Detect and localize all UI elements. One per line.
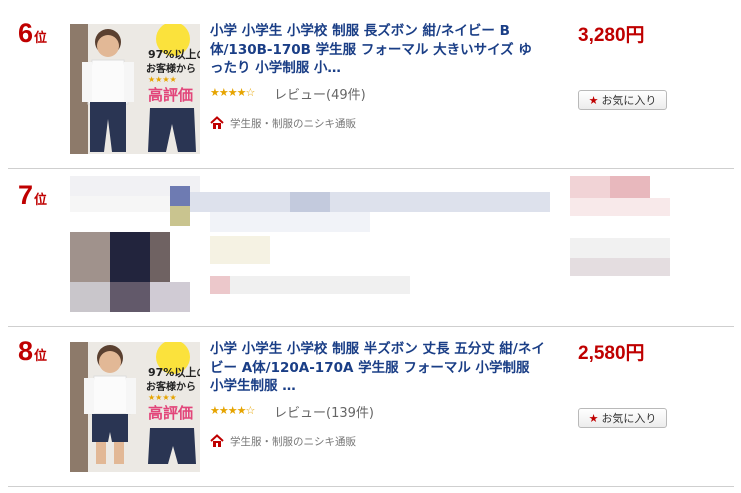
product-thumbnail[interactable]: 97%以上の お客様から ★★★★ 高評価 [70, 342, 200, 472]
shop-icon [210, 434, 224, 447]
rating-stars: ★★★★☆ [210, 86, 255, 99]
rank-number: 8 [18, 336, 34, 366]
svg-text:★★★★: ★★★★ [148, 393, 177, 402]
rank-suffix: 位 [34, 192, 48, 207]
shop-name-link[interactable]: 学生服・制服のニシキ通販 [230, 434, 356, 449]
price: 2,580円 [578, 343, 645, 364]
divider [8, 486, 734, 487]
favorite-button[interactable]: ★ お気に入り [578, 408, 667, 428]
blurred-content [70, 176, 670, 316]
rank-label: 6位 [18, 18, 47, 49]
rank-number: 6 [18, 18, 34, 48]
rank-suffix: 位 [34, 30, 48, 45]
ranking-item: 7位 [0, 170, 741, 330]
divider [8, 168, 734, 169]
thumb-percent: 97%以上の [148, 365, 200, 379]
shop-name-link[interactable]: 学生服・制服のニシキ通販 [230, 116, 356, 131]
rating-stars: ★★★★☆ [210, 404, 255, 417]
product-title-link[interactable]: 小学 小学生 小学校 制服 長ズボン 紺/ネイビー B体/130B-170B 学… [210, 22, 545, 78]
favorite-label: お気に入り [601, 94, 657, 107]
rank-number: 7 [18, 180, 34, 210]
product-image: 97%以上の お客様から ★★★★ 高評価 [70, 24, 200, 154]
rank-label: 7位 [18, 180, 47, 211]
thumb-customer: お客様から [146, 62, 196, 75]
rank-label: 8位 [18, 336, 47, 367]
favorite-button[interactable]: ★ お気に入り [578, 90, 667, 110]
product-thumbnail[interactable]: 97%以上の お客様から ★★★★ 高評価 [70, 24, 200, 154]
review-link[interactable]: レビュー(49件) [274, 84, 366, 103]
ranking-item: 6位 97%以上の お客様から ★★★★ 高評価 小学 小学生 小学校 制服 長… [0, 0, 741, 160]
price: 3,280円 [578, 25, 645, 46]
product-image: 97%以上の お客様から ★★★★ 高評価 [70, 342, 200, 472]
ranking-item: 8位 97%以上の お客様から ★★★★ 高評価 小学 小学生 小学校 制服 半… [0, 318, 741, 478]
star-icon: ★ [588, 411, 599, 425]
favorite-label: お気に入り [601, 412, 657, 425]
rank-suffix: 位 [34, 348, 48, 363]
product-title-link[interactable]: 小学 小学生 小学校 制服 半ズボン 丈長 五分丈 紺/ネイビー A体/120A… [210, 340, 545, 396]
star-icon: ★ [588, 93, 599, 107]
svg-text:★★★★: ★★★★ [148, 75, 177, 84]
thumb-badge: 高評価 [148, 404, 193, 422]
thumb-customer: お客様から [146, 380, 196, 393]
shop-icon [210, 116, 224, 129]
review-link[interactable]: レビュー(139件) [274, 402, 374, 421]
thumb-percent: 97%以上の [148, 47, 200, 61]
thumb-badge: 高評価 [148, 86, 193, 104]
